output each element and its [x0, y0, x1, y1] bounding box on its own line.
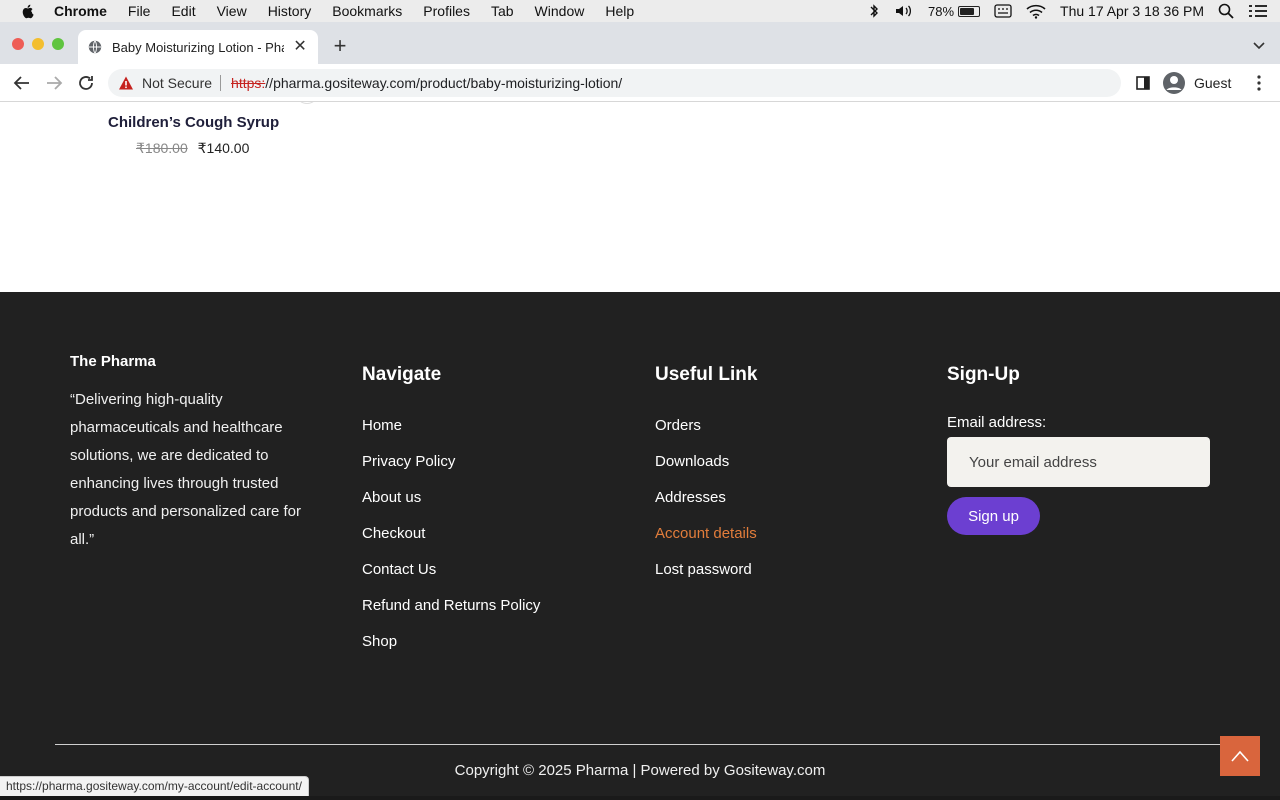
battery-icon — [958, 5, 981, 17]
footer-link-contact-us[interactable]: Contact Us — [362, 561, 540, 579]
footer-link-shop[interactable]: Shop — [362, 633, 540, 651]
footer-link-downloads[interactable]: Downloads — [655, 453, 757, 471]
forward-arrow-icon[interactable] — [44, 73, 64, 93]
menu-view[interactable]: View — [217, 3, 247, 19]
keyboard-icon[interactable] — [994, 4, 1012, 18]
bottom-edge — [0, 796, 1280, 800]
product-title-link[interactable]: Children’s Cough Syrup — [108, 114, 279, 131]
menu-history[interactable]: History — [268, 3, 312, 19]
search-icon[interactable] — [1218, 3, 1234, 19]
useful-link-heading: Useful Link — [655, 364, 758, 385]
active-browser-tab[interactable]: Baby Moisturizing Lotion - Pha ✕ — [78, 30, 318, 64]
useful-links: Orders Downloads Addresses Account detai… — [655, 417, 757, 597]
window-zoom-button[interactable] — [52, 38, 64, 50]
globe-icon — [88, 40, 102, 54]
bluetooth-icon[interactable] — [868, 3, 880, 19]
chevron-up-icon — [1231, 750, 1249, 762]
product-price: ₹180.00 ₹140.00 — [136, 140, 249, 157]
not-secure-label[interactable]: Not Secure — [142, 75, 212, 91]
omnibox-divider — [220, 75, 222, 91]
new-tab-plus-icon[interactable]: + — [330, 35, 350, 57]
footer-link-lost-password[interactable]: Lost password — [655, 561, 757, 579]
profile-button[interactable]: Guest — [1162, 70, 1231, 96]
control-center-icon[interactable] — [1248, 3, 1268, 19]
email-field[interactable] — [947, 437, 1210, 487]
menu-window[interactable]: Window — [535, 3, 585, 19]
product-card-edge — [297, 102, 317, 104]
navigate-links: Home Privacy Policy About us Checkout Co… — [362, 417, 540, 669]
navigate-heading: Navigate — [362, 364, 442, 385]
footer-link-addresses[interactable]: Addresses — [655, 489, 757, 507]
url-scheme: https: — [231, 75, 266, 91]
warning-triangle-icon[interactable] — [118, 75, 134, 91]
window-minimize-button[interactable] — [32, 38, 44, 50]
footer-brand: The Pharma — [70, 353, 156, 370]
profile-label: Guest — [1194, 75, 1232, 91]
footer-tagline: “Delivering high-quality pharmaceuticals… — [70, 391, 301, 548]
menu-edit[interactable]: Edit — [171, 3, 195, 19]
address-bar[interactable]: Not Secure https: //pharma.gositeway.com… — [108, 69, 1121, 97]
browser-tab-strip: Baby Moisturizing Lotion - Pha ✕ + — [0, 22, 1280, 64]
browser-toolbar: Not Secure https: //pharma.gositeway.com… — [0, 64, 1280, 102]
old-price: ₹180.00 — [136, 140, 188, 156]
volume-icon[interactable] — [894, 3, 914, 19]
footer-link-home[interactable]: Home — [362, 417, 540, 435]
battery-indicator[interactable]: 78% — [927, 3, 981, 19]
back-arrow-icon[interactable] — [12, 73, 32, 93]
footer-link-account-details[interactable]: Account details — [655, 525, 757, 543]
menu-app-name[interactable]: Chrome — [54, 3, 107, 19]
link-status-bar: https://pharma.gositeway.com/my-account/… — [0, 776, 309, 796]
menu-help[interactable]: Help — [605, 3, 634, 19]
side-panel-icon[interactable] — [1136, 76, 1150, 90]
tab-search-chevron-icon[interactable] — [1252, 38, 1266, 52]
macos-menu-bar: Chrome File Edit View History Bookmarks … — [0, 0, 1280, 22]
tab-title: Baby Moisturizing Lotion - Pha — [112, 39, 285, 55]
footer-link-orders[interactable]: Orders — [655, 417, 757, 435]
sale-price: ₹140.00 — [197, 140, 250, 156]
reload-icon[interactable] — [76, 73, 96, 93]
site-footer: The Pharma “Delivering high-quality phar… — [0, 292, 1280, 800]
footer-link-checkout[interactable]: Checkout — [362, 525, 540, 543]
footer-link-refund-policy[interactable]: Refund and Returns Policy — [362, 597, 540, 615]
signup-button[interactable]: Sign up — [947, 497, 1040, 535]
back-to-top-button[interactable] — [1220, 736, 1260, 776]
menu-file[interactable]: File — [128, 3, 151, 19]
signup-heading: Sign-Up — [947, 364, 1020, 385]
footer-link-privacy-policy[interactable]: Privacy Policy — [362, 453, 540, 471]
tab-close-icon[interactable]: ✕ — [292, 39, 308, 55]
menu-clock[interactable]: Thu 17 Apr 3 18 36 PM — [1060, 3, 1204, 19]
url-text: //pharma.gositeway.com/product/baby-mois… — [265, 75, 623, 91]
avatar-icon — [1163, 72, 1185, 94]
apple-logo-icon[interactable] — [20, 3, 36, 19]
footer-link-about-us[interactable]: About us — [362, 489, 540, 507]
email-label: Email address: — [947, 414, 1047, 431]
menu-tab[interactable]: Tab — [491, 3, 514, 19]
web-page: Children’s Cough Syrup ₹180.00 ₹140.00 T… — [0, 102, 1280, 800]
wifi-icon[interactable] — [1026, 4, 1046, 19]
battery-percent: 78% — [927, 3, 955, 19]
chrome-menu-icon[interactable] — [1252, 74, 1266, 92]
window-close-button[interactable] — [12, 38, 24, 50]
menu-bookmarks[interactable]: Bookmarks — [332, 3, 402, 19]
menu-profiles[interactable]: Profiles — [423, 3, 470, 19]
footer-divider — [55, 744, 1225, 745]
